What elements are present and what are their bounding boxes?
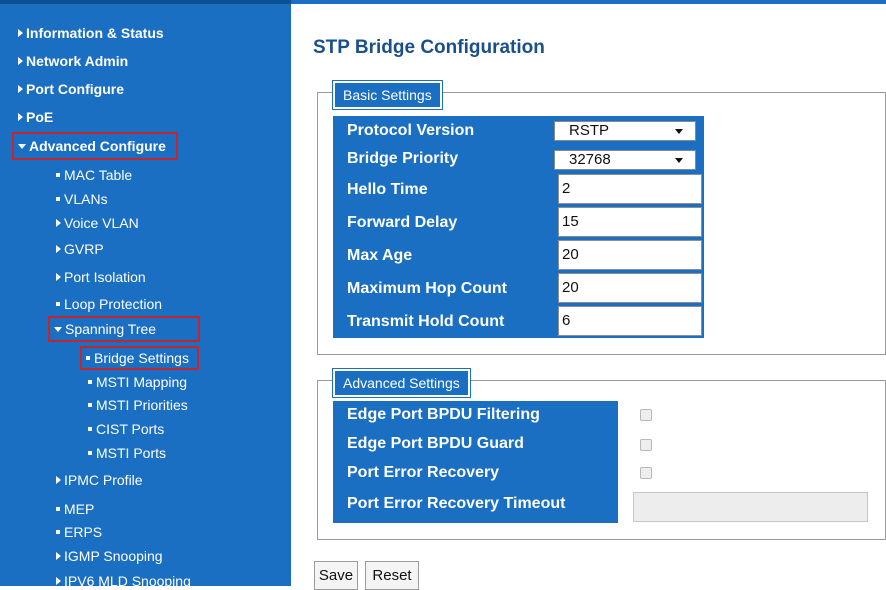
sidebar-item-poe[interactable]: PoE [18,108,53,126]
edge-port-bpdu-guard-label: Edge Port BPDU Guard [347,435,524,452]
sidebar-item-label: MSTI Priorities [96,397,188,413]
sidebar-item-network-admin[interactable]: Network Admin [18,52,128,70]
sidebar-item-voice-vlan[interactable]: Voice VLAN [56,214,139,232]
sidebar-item-mep[interactable]: MEP [56,500,94,518]
sidebar-item-gvrp[interactable]: GVRP [56,240,104,258]
sidebar-item-ipv6-mld-snooping[interactable]: IPV6 MLD Snooping [56,572,191,590]
sidebar-item-loop-protection[interactable]: Loop Protection [56,295,162,313]
sidebar-item-advanced-configure[interactable]: Advanced Configure [12,132,178,160]
sidebar-item-bridge-settings[interactable]: Bridge Settings [80,346,199,370]
sidebar-item-label: CIST Ports [96,421,165,437]
edge-port-bpdu-guard-checkbox[interactable] [640,439,652,451]
triangle-right-icon [56,245,61,253]
bullet-icon [56,173,60,177]
bridge-priority-value: 32768 [569,151,611,168]
max-age-input[interactable]: 20 [558,240,702,270]
protocol-version-value: RSTP [569,122,610,139]
bullet-icon [88,380,92,384]
bullet-icon [86,356,90,360]
edge-port-bpdu-filtering-label: Edge Port BPDU Filtering [347,406,540,423]
bullet-icon [88,427,92,431]
sidebar-item-erps[interactable]: ERPS [56,523,102,541]
sidebar-nav: Information & Status Network Admin Port … [0,0,291,589]
protocol-version-label: Protocol Version [347,122,475,139]
chevron-down-icon [675,129,683,134]
max-hop-count-label: Maximum Hop Count [347,280,507,297]
sidebar-item-label: Loop Protection [64,296,163,312]
sidebar-item-label: MEP [64,501,95,517]
sidebar-item-label: ERPS [64,524,103,540]
triangle-down-icon [54,327,62,332]
sidebar-item-mac-table[interactable]: MAC Table [56,166,132,184]
sidebar-item-label: MSTI Ports [96,445,167,461]
triangle-right-icon [56,476,61,484]
basic-settings-panel: Protocol Version RSTP Bridge Priority 32… [333,116,704,338]
sidebar-item-label: Bridge Settings [94,350,189,366]
protocol-version-select[interactable]: RSTP [554,121,696,141]
triangle-right-icon [18,57,23,65]
sidebar-item-spanning-tree[interactable]: Spanning Tree [47,316,201,342]
forward-delay-input[interactable]: 15 [558,207,702,237]
bullet-icon [88,403,92,407]
bullet-icon [56,302,60,306]
sidebar-item-label: MAC Table [64,167,133,183]
sidebar-item-label: Information & Status [26,25,164,41]
bullet-icon [56,530,60,534]
advanced-settings-panel: Edge Port BPDU Filtering Edge Port BPDU … [333,401,618,523]
advanced-settings-legend: Advanced Settings [332,368,471,398]
sidebar-item-port-configure[interactable]: Port Configure [18,80,124,98]
bridge-priority-select[interactable]: 32768 [554,150,696,170]
sidebar-item-label: PoE [26,109,54,125]
basic-settings-legend: Basic Settings [332,80,443,110]
sidebar-item-label: Network Admin [26,53,129,69]
sidebar-item-information-status[interactable]: Information & Status [18,24,164,42]
triangle-right-icon [56,577,61,585]
sidebar-item-igmp-snooping[interactable]: IGMP Snooping [56,547,163,565]
sidebar-item-label: Port Isolation [64,269,146,285]
sidebar-item-label: Voice VLAN [64,215,139,231]
sidebar-item-label: VLANs [64,191,108,207]
triangle-right-icon [56,552,61,560]
triangle-right-icon [18,85,23,93]
sidebar-item-label: IPV6 MLD Snooping [64,573,191,589]
sidebar-item-label: GVRP [64,241,104,257]
sidebar-item-cist-ports[interactable]: CIST Ports [88,420,164,438]
main-content: STP Bridge Configuration Basic Settings … [291,0,886,590]
bridge-priority-label: Bridge Priority [347,150,459,167]
sidebar-item-label: IPMC Profile [64,472,143,488]
port-error-recovery-checkbox[interactable] [640,467,652,479]
sidebar-item-label: Port Configure [26,81,124,97]
triangle-right-icon [18,113,23,121]
sidebar-item-port-isolation[interactable]: Port Isolation [56,268,146,286]
edge-port-bpdu-filtering-checkbox[interactable] [640,409,652,421]
max-hop-count-input[interactable]: 20 [558,273,702,303]
sidebar-item-msti-ports[interactable]: MSTI Ports [88,444,166,462]
bullet-icon [56,507,60,511]
triangle-down-icon [18,144,26,149]
triangle-right-icon [18,29,23,37]
sidebar-item-label: IGMP Snooping [64,548,163,564]
chevron-down-icon [675,158,683,163]
sidebar-item-label: Spanning Tree [65,321,157,337]
bullet-icon [56,197,60,201]
sidebar-item-label: Advanced Configure [29,138,166,154]
port-error-recovery-timeout-label: Port Error Recovery Timeout [347,495,566,512]
sidebar-item-vlans[interactable]: VLANs [56,190,108,208]
triangle-right-icon [56,219,61,227]
sidebar-item-ipmc-profile[interactable]: IPMC Profile [56,471,143,489]
sidebar-item-msti-mapping[interactable]: MSTI Mapping [88,373,187,391]
forward-delay-label: Forward Delay [347,214,458,231]
hello-time-label: Hello Time [347,181,428,198]
bullet-icon [88,451,92,455]
max-age-label: Max Age [347,247,413,264]
transmit-hold-count-input[interactable]: 6 [558,306,702,336]
transmit-hold-count-label: Transmit Hold Count [347,313,505,330]
sidebar-item-label: MSTI Mapping [96,374,188,390]
port-error-recovery-label: Port Error Recovery [347,464,500,481]
page-title: STP Bridge Configuration [313,37,545,58]
sidebar-item-msti-priorities[interactable]: MSTI Priorities [88,396,188,414]
triangle-right-icon [56,273,61,281]
port-error-recovery-timeout-input[interactable] [633,492,868,522]
hello-time-input[interactable]: 2 [558,174,702,204]
